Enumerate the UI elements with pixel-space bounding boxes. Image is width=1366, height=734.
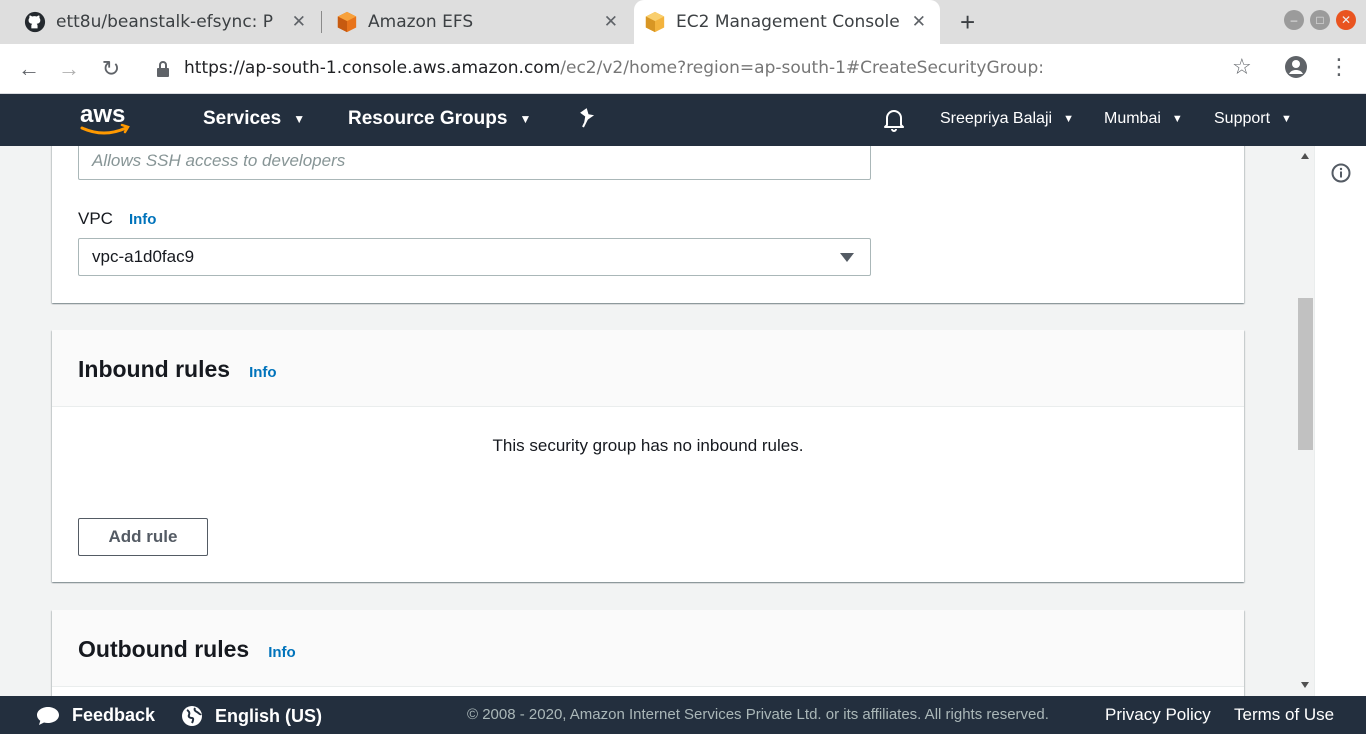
add-rule-button[interactable]: Add rule	[78, 518, 208, 556]
resource-groups-label: Resource Groups	[348, 108, 508, 129]
back-arrow-icon[interactable]: ←	[14, 54, 44, 84]
description-input[interactable]: Allows SSH access to developers	[78, 146, 871, 180]
inbound-rules-header: Inbound rules Info	[52, 330, 1244, 407]
feedback-link[interactable]: Feedback	[36, 705, 155, 726]
bell-icon[interactable]	[882, 107, 906, 133]
services-label: Services	[203, 108, 282, 129]
url-path: /ec2/v2/home?region=ap-south-1#CreateSec…	[560, 58, 1044, 78]
close-icon[interactable]: ✕	[292, 12, 306, 32]
browser-tab-strip: ett8u/beanstalk-efsync: P ✕ Amazon EFS ✕…	[0, 0, 1366, 44]
browser-tab-amazon-efs[interactable]: Amazon EFS ✕	[326, 0, 632, 44]
inbound-rules-panel: Inbound rules Info This security group h…	[52, 330, 1244, 582]
browser-tab-github[interactable]: ett8u/beanstalk-efsync: P ✕	[14, 0, 320, 44]
feedback-label: Feedback	[72, 705, 156, 725]
scroll-up-arrow-icon[interactable]	[1301, 153, 1309, 159]
chevron-down-icon: ▼	[1171, 113, 1183, 125]
aws-box-icon	[337, 11, 357, 33]
github-icon	[24, 11, 46, 33]
outbound-rules-title: Outbound rules	[78, 636, 250, 662]
browser-tab-ec2-console[interactable]: EC2 Management Console ✕	[634, 0, 940, 44]
main-content: Allows SSH access to developers VPC Info…	[0, 146, 1314, 696]
support-label: Support	[1214, 110, 1271, 127]
user-name: Sreepriya Balaji	[940, 110, 1053, 127]
reload-icon[interactable]: ↻	[96, 54, 126, 84]
pin-icon[interactable]	[578, 107, 598, 129]
svg-text:aws: aws	[80, 101, 125, 128]
tab-title: Amazon EFS	[368, 12, 474, 32]
tab-separator	[321, 11, 322, 33]
aws-top-nav: aws Services ▼ Resource Groups ▼ Sreepri…	[0, 94, 1366, 146]
inbound-rules-title: Inbound rules	[78, 356, 231, 382]
globe-icon	[182, 706, 202, 726]
bookmark-star-icon[interactable]: ☆	[1232, 54, 1252, 80]
region-menu[interactable]: Mumbai ▼	[1104, 110, 1183, 128]
scrollbar-thumb[interactable]	[1298, 298, 1313, 450]
outbound-rules-panel: Outbound rules Info	[52, 610, 1244, 696]
privacy-policy-link[interactable]: Privacy Policy	[1105, 705, 1211, 725]
outbound-rules-title-row: Outbound rules Info	[78, 636, 296, 663]
support-menu[interactable]: Support ▼	[1214, 110, 1292, 128]
copyright-text: © 2008 - 2020, Amazon Internet Services …	[467, 706, 1049, 723]
browser-menu-icon[interactable]: ⋮	[1328, 54, 1350, 80]
chevron-down-icon: ▼	[1281, 113, 1292, 125]
browser-toolbar: ← → ↻ https://ap-south-1.console.aws.ama…	[0, 44, 1366, 94]
maximize-icon[interactable]: □	[1310, 10, 1330, 30]
address-bar[interactable]: https://ap-south-1.console.aws.amazon.co…	[184, 58, 1044, 78]
outbound-rules-header: Outbound rules Info	[52, 610, 1244, 687]
speech-bubble-icon	[37, 706, 59, 725]
lock-icon	[157, 61, 169, 77]
aws-logo[interactable]: aws	[78, 100, 134, 138]
vpc-label: VPC	[78, 209, 113, 228]
inbound-rules-title-row: Inbound rules Info	[78, 356, 277, 383]
terms-of-use-link[interactable]: Terms of Use	[1234, 705, 1334, 725]
resource-groups-menu[interactable]: Resource Groups ▼	[348, 108, 531, 130]
minimize-icon[interactable]: –	[1284, 10, 1304, 30]
scroll-down-arrow-icon[interactable]	[1301, 682, 1309, 688]
chevron-down-icon: ▼	[1063, 113, 1074, 125]
inbound-info-link[interactable]: Info	[249, 364, 277, 381]
close-icon[interactable]: ✕	[604, 12, 618, 32]
window-close-icon[interactable]: ✕	[1336, 10, 1356, 30]
language-selector[interactable]: English (US)	[181, 705, 322, 727]
vpc-value: vpc-a1d0fac9	[92, 247, 195, 266]
outbound-info-link[interactable]: Info	[268, 644, 296, 661]
vpc-label-row: VPC Info	[78, 209, 156, 229]
vpc-select[interactable]: vpc-a1d0fac9	[78, 238, 871, 276]
tab-title: EC2 Management Console	[676, 12, 900, 32]
language-label: English (US)	[215, 705, 322, 726]
basic-details-panel: Allows SSH access to developers VPC Info…	[52, 146, 1244, 303]
aws-box-icon	[645, 11, 665, 33]
vpc-info-link[interactable]: Info	[129, 211, 157, 228]
close-icon[interactable]: ✕	[912, 12, 926, 32]
forward-arrow-icon[interactable]: →	[54, 54, 84, 84]
profile-avatar-icon[interactable]	[1284, 55, 1308, 79]
console-footer: Feedback English (US) © 2008 - 2020, Ama…	[0, 696, 1366, 734]
info-circle-icon[interactable]	[1331, 163, 1351, 183]
dropdown-arrow-icon	[840, 253, 854, 262]
window-controls: – □ ✕	[1284, 10, 1356, 30]
chevron-down-icon: ▼	[293, 112, 306, 126]
url-host: https://ap-south-1.console.aws.amazon.co…	[184, 58, 561, 78]
tab-title: ett8u/beanstalk-efsync: P	[56, 12, 274, 32]
user-menu[interactable]: Sreepriya Balaji ▼	[940, 110, 1074, 128]
chevron-down-icon: ▼	[519, 112, 532, 126]
services-menu[interactable]: Services ▼	[203, 108, 305, 130]
new-tab-button[interactable]: +	[960, 8, 975, 36]
help-panel-rail	[1314, 146, 1366, 696]
region-name: Mumbai	[1104, 110, 1161, 127]
inbound-empty-message: This security group has no inbound rules…	[492, 436, 804, 455]
